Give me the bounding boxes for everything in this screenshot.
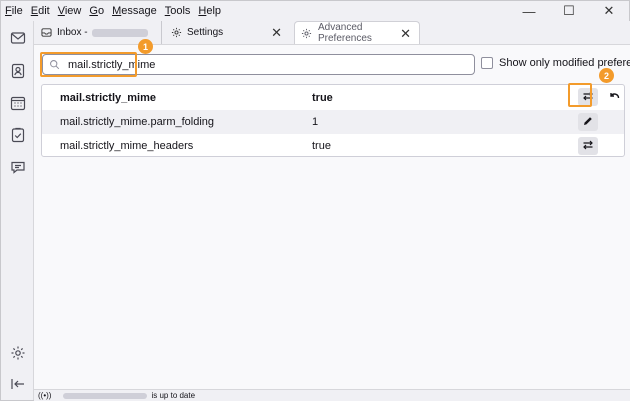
collapse-left-icon (10, 376, 26, 395)
menu-file-rest: ile (11, 5, 23, 17)
preferences-table: mail.strictly_mime true mail.strictly_mi… (41, 84, 625, 157)
step-badge-2: 2 (599, 68, 614, 83)
menu-go[interactable]: Go (85, 1, 108, 21)
chat-icon (10, 159, 26, 178)
pencil-icon (582, 115, 594, 130)
pref-value: true (312, 91, 333, 104)
tab-advanced-preferences[interactable]: Advanced Preferences ✕ (294, 21, 420, 44)
tab-settings[interactable]: Settings ✕ (164, 21, 290, 44)
maximize-button[interactable]: ☐ (549, 1, 589, 21)
menu-edit[interactable]: Edit (27, 1, 54, 21)
thunderbird-window: File Edit View Go Message Tools Help — ☐… (0, 0, 630, 401)
online-status-icon[interactable]: ((•)) (38, 391, 51, 400)
address-book-button[interactable] (8, 62, 28, 82)
pref-value: true (312, 140, 331, 152)
menu-message-rest: essage (121, 5, 157, 17)
tasks-icon (10, 127, 26, 146)
menu-view-accel: V (57, 5, 65, 17)
mail-space-button[interactable] (8, 29, 28, 49)
menubar: File Edit View Go Message Tools Help — ☐… (1, 1, 629, 21)
chat-button[interactable] (8, 158, 28, 178)
table-row: mail.strictly_mime.parm_folding 1 (42, 110, 624, 134)
calendar-button[interactable] (8, 94, 28, 114)
menu-edit-accel: E (30, 5, 39, 17)
menu-help-rest: elp (206, 5, 222, 17)
menu-help[interactable]: Help (194, 1, 225, 21)
mail-icon (10, 30, 26, 49)
spaces-toolbar (1, 21, 34, 400)
inbox-icon (40, 27, 52, 39)
close-window-button[interactable]: ✕ (589, 1, 629, 21)
menu-file[interactable]: File (1, 1, 27, 21)
toggle-button[interactable] (578, 137, 598, 155)
menu-file-accel: F (5, 5, 12, 17)
status-bar: ((•)) is up to date (34, 389, 630, 401)
reset-button[interactable] (605, 88, 623, 106)
gear-icon (170, 27, 182, 39)
menu-go-accel: G (89, 5, 98, 17)
advanced-preferences-page: mail.strictly_mime 1 Show only modified … (34, 39, 630, 389)
edit-button[interactable] (578, 113, 598, 131)
toggle-arrows-icon (582, 139, 594, 154)
step-badge-1: 1 (138, 39, 153, 54)
menu-go-rest: o (97, 5, 105, 17)
menu-view-rest: iew (64, 5, 82, 17)
close-icon[interactable]: ✕ (400, 26, 411, 42)
show-modified-label: Show only modified preferences (499, 57, 630, 69)
status-text: is up to date (151, 391, 196, 400)
show-modified-checkbox[interactable] (481, 57, 493, 69)
pref-name: mail.strictly_mime (60, 91, 156, 104)
calendar-icon (10, 95, 26, 114)
search-highlight-box (40, 52, 137, 77)
address-book-icon (10, 63, 26, 82)
menu-message[interactable]: Message (108, 1, 161, 21)
collapse-spaces-button[interactable] (8, 375, 28, 395)
settings-space-button[interactable] (8, 344, 28, 364)
menu-message-accel: M (112, 5, 122, 17)
menu-view[interactable]: View (54, 1, 86, 21)
tasks-button[interactable] (8, 126, 28, 146)
tab-inbox-label: Inbox - (57, 27, 88, 38)
gear-icon (10, 345, 26, 364)
tab-strip: Inbox - Settings ✕ Advanced Preferences … (34, 21, 630, 44)
close-icon[interactable]: ✕ (271, 25, 282, 41)
gear-icon (301, 27, 313, 39)
redacted-account (63, 392, 148, 399)
pref-name: mail.strictly_mime_headers (60, 140, 194, 152)
pref-value: 1 (312, 116, 319, 128)
minimize-button[interactable]: — (509, 1, 549, 21)
redacted-account (91, 28, 148, 37)
table-row: mail.strictly_mime_headers true (42, 134, 624, 158)
menu-tools[interactable]: Tools (161, 1, 195, 21)
menu-edit-rest: dit (38, 5, 50, 17)
toggle-highlight-box (568, 83, 592, 107)
tab-settings-label: Settings (187, 27, 224, 38)
menu-tools-rest: ools (170, 5, 191, 17)
pref-name: mail.strictly_mime.parm_folding (60, 116, 215, 128)
undo-icon (608, 90, 620, 105)
table-row: mail.strictly_mime true (42, 85, 624, 110)
window-controls: — ☐ ✕ (509, 1, 629, 21)
